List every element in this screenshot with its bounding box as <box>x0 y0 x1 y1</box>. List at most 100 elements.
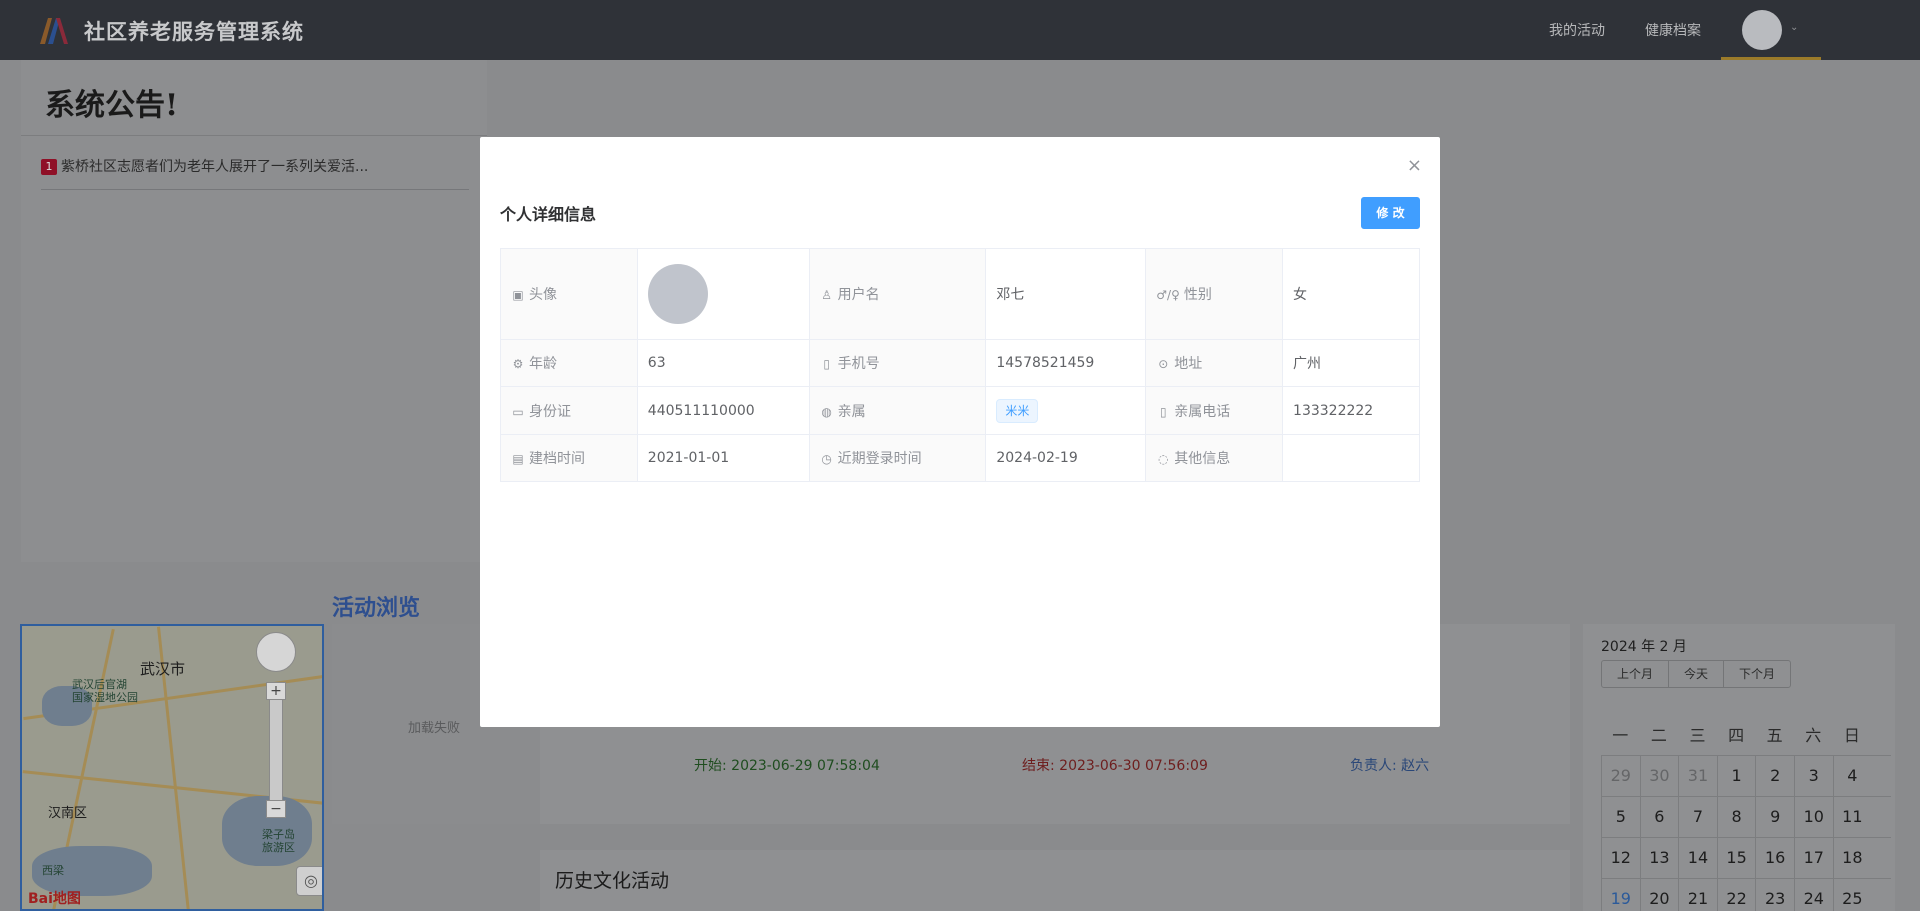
calendar-day[interactable]: 8 <box>1716 797 1756 837</box>
relative-tag: 米米 <box>996 398 1039 423</box>
id-card-icon: ▭ <box>512 404 524 419</box>
value-cell: 米米 <box>985 386 1147 435</box>
map-zoom-slider[interactable] <box>269 684 283 814</box>
calendar-day[interactable]: 18 <box>1832 838 1872 878</box>
history-activity-card <box>540 850 1570 911</box>
label-cell: ▯ 手机号 <box>808 339 987 387</box>
location-icon: ⊙ <box>1158 357 1169 371</box>
notice-index-badge: 1 <box>41 159 57 175</box>
value-cell: 女 <box>1282 248 1420 340</box>
weekday: 六 <box>1805 726 1822 745</box>
calendar-day-today[interactable]: 19 <box>1601 879 1640 911</box>
calendar-day[interactable]: 24 <box>1793 879 1833 911</box>
zoom-out-icon[interactable]: − <box>266 800 286 818</box>
calendar-day[interactable]: 6 <box>1639 797 1679 837</box>
calendar-day[interactable]: 5 <box>1601 797 1640 837</box>
map-widget[interactable]: 武汉市 武汉后官湖 国家湿地公园 汉南区 梁子岛 旅游区 西梁 + − ◎ Ba… <box>20 624 324 911</box>
gear-icon: ⚙ <box>512 357 524 371</box>
notice-heading: 系统公告! <box>45 88 179 123</box>
calendar-grid: 一 二 三 四 五 六 日 29 30 31 1 2 3 4 5 6 7 8 9… <box>1601 716 1891 911</box>
calendar-day[interactable]: 17 <box>1793 838 1833 878</box>
history-activity-title[interactable]: 历史文化活动 <box>555 866 669 893</box>
map-pan-control[interactable] <box>256 632 296 672</box>
calendar-day[interactable]: 4 <box>1832 756 1872 796</box>
calendar-day[interactable]: 14 <box>1678 838 1717 878</box>
locate-icon[interactable]: ◎ <box>296 866 322 896</box>
next-month-button[interactable]: 下个月 <box>1724 661 1790 687</box>
nav-health-records[interactable]: 健康档案 <box>1645 20 1701 40</box>
calendar-day[interactable]: 22 <box>1716 879 1756 911</box>
user-info-table: ▣ 头像 ♙ 用户名 邓七 ♂/♀ 性别 女 ⚙ 年龄 63 ▯ 手机号 14578521… <box>500 248 1420 482</box>
user-avatar[interactable] <box>1742 10 1782 50</box>
weekday: 三 <box>1689 726 1706 745</box>
calendar-day[interactable]: 20 <box>1639 879 1679 911</box>
app-logo-icon <box>40 18 68 44</box>
calendar-day[interactable]: 23 <box>1755 879 1794 911</box>
calendar-day[interactable]: 9 <box>1755 797 1794 837</box>
value-cell <box>1282 434 1420 482</box>
label-cell: ▯ 亲属电话 <box>1145 386 1284 435</box>
activity-end-time: 结束: 2023-06-30 07:56:09 <box>1022 758 1208 774</box>
calendar-nav-buttons: 上个月 今天 下个月 <box>1601 660 1792 688</box>
value-cell: 邓七 <box>985 248 1147 340</box>
user-icon: ♙ <box>821 288 833 302</box>
calendar-day[interactable]: 30 <box>1639 756 1679 796</box>
label-cell: ⚙ 年龄 <box>500 339 638 387</box>
activity-start-time: 开始: 2023-06-29 07:58:04 <box>694 758 880 774</box>
calendar-day[interactable]: 2 <box>1755 756 1794 796</box>
calendar-day[interactable]: 1 <box>1716 756 1756 796</box>
calendar-day[interactable]: 3 <box>1793 756 1833 796</box>
notice-panel: 系统公告! 1 紫桥社区志愿者们为老年人展开了一系列关爱活... <box>21 60 487 562</box>
notice-item-text: 紫桥社区志愿者们为老年人展开了一系列关爱活... <box>61 159 369 175</box>
user-detail-dialog: × 个人详细信息 修 改 ▣ 头像 ♙ 用户名 邓七 ♂/♀ 性别 女 ⚙ 年龄 63 … <box>480 137 1440 727</box>
calendar-day[interactable]: 13 <box>1639 838 1679 878</box>
zoom-in-icon[interactable]: + <box>266 682 286 700</box>
map-label-town: 西梁 <box>42 864 64 877</box>
basketball-icon: ◍ <box>821 404 832 419</box>
calendar-week-row: 12 13 14 15 16 17 18 <box>1601 838 1891 879</box>
weekday: 日 <box>1843 726 1860 745</box>
value-cell: 14578521459 <box>985 339 1147 387</box>
prev-month-button[interactable]: 上个月 <box>1602 661 1670 687</box>
map-brand-logo: Bai地图 <box>28 891 81 907</box>
chevron-down-icon[interactable]: ⌄ <box>1790 22 1798 33</box>
app-title: 社区养老服务管理系统 <box>84 20 304 44</box>
nav-my-activities[interactable]: 我的活动 <box>1549 20 1605 40</box>
weekday: 四 <box>1728 726 1745 745</box>
calendar-icon: ▤ <box>512 452 524 466</box>
edit-button[interactable]: 修 改 <box>1361 197 1420 229</box>
close-icon[interactable]: × <box>1407 155 1422 176</box>
calendar-weekday-row: 一 二 三 四 五 六 日 <box>1601 716 1891 756</box>
clock-icon: ◷ <box>821 452 832 466</box>
calendar-week-row: 5 6 7 8 9 10 11 <box>1601 797 1891 838</box>
calendar-day[interactable]: 29 <box>1601 756 1640 796</box>
today-button[interactable]: 今天 <box>1669 661 1725 687</box>
calendar-day[interactable]: 15 <box>1716 838 1756 878</box>
mobile-phone-icon: ▯ <box>1159 404 1167 419</box>
value-cell <box>636 248 810 340</box>
weekday: 一 <box>1612 726 1629 745</box>
value-cell: 广州 <box>1282 339 1420 387</box>
calendar-day[interactable]: 10 <box>1793 797 1833 837</box>
calendar-week-row: 29 30 31 1 2 3 4 <box>1601 756 1891 797</box>
image-load-failed-text: 加载失败 <box>408 721 461 736</box>
gender-icon: ♂/♀ <box>1156 288 1180 302</box>
calendar-day[interactable]: 25 <box>1832 879 1872 911</box>
dialog-title: 个人详细信息 <box>500 205 597 224</box>
top-navbar: 社区养老服务管理系统 我的活动 健康档案 ⌄ <box>0 0 1920 60</box>
calendar-day[interactable]: 7 <box>1678 797 1717 837</box>
calendar-day[interactable]: 31 <box>1678 756 1717 796</box>
profile-avatar <box>647 264 708 324</box>
weekday: 五 <box>1766 726 1783 745</box>
value-cell: 63 <box>636 339 810 387</box>
mobile-phone-icon: ▯ <box>823 357 830 371</box>
calendar-day[interactable]: 16 <box>1755 838 1794 878</box>
notice-item[interactable]: 1 紫桥社区志愿者们为老年人展开了一系列关爱活... <box>41 156 469 190</box>
chat-icon: ◌ <box>1158 452 1169 466</box>
calendar-day[interactable]: 11 <box>1832 797 1872 837</box>
activities-section-title: 活动浏览 <box>332 596 421 621</box>
label-cell: ⊙ 地址 <box>1145 339 1284 387</box>
calendar-day[interactable]: 21 <box>1678 879 1717 911</box>
value-cell: 440511110000 <box>636 386 810 435</box>
calendar-day[interactable]: 12 <box>1601 838 1640 878</box>
